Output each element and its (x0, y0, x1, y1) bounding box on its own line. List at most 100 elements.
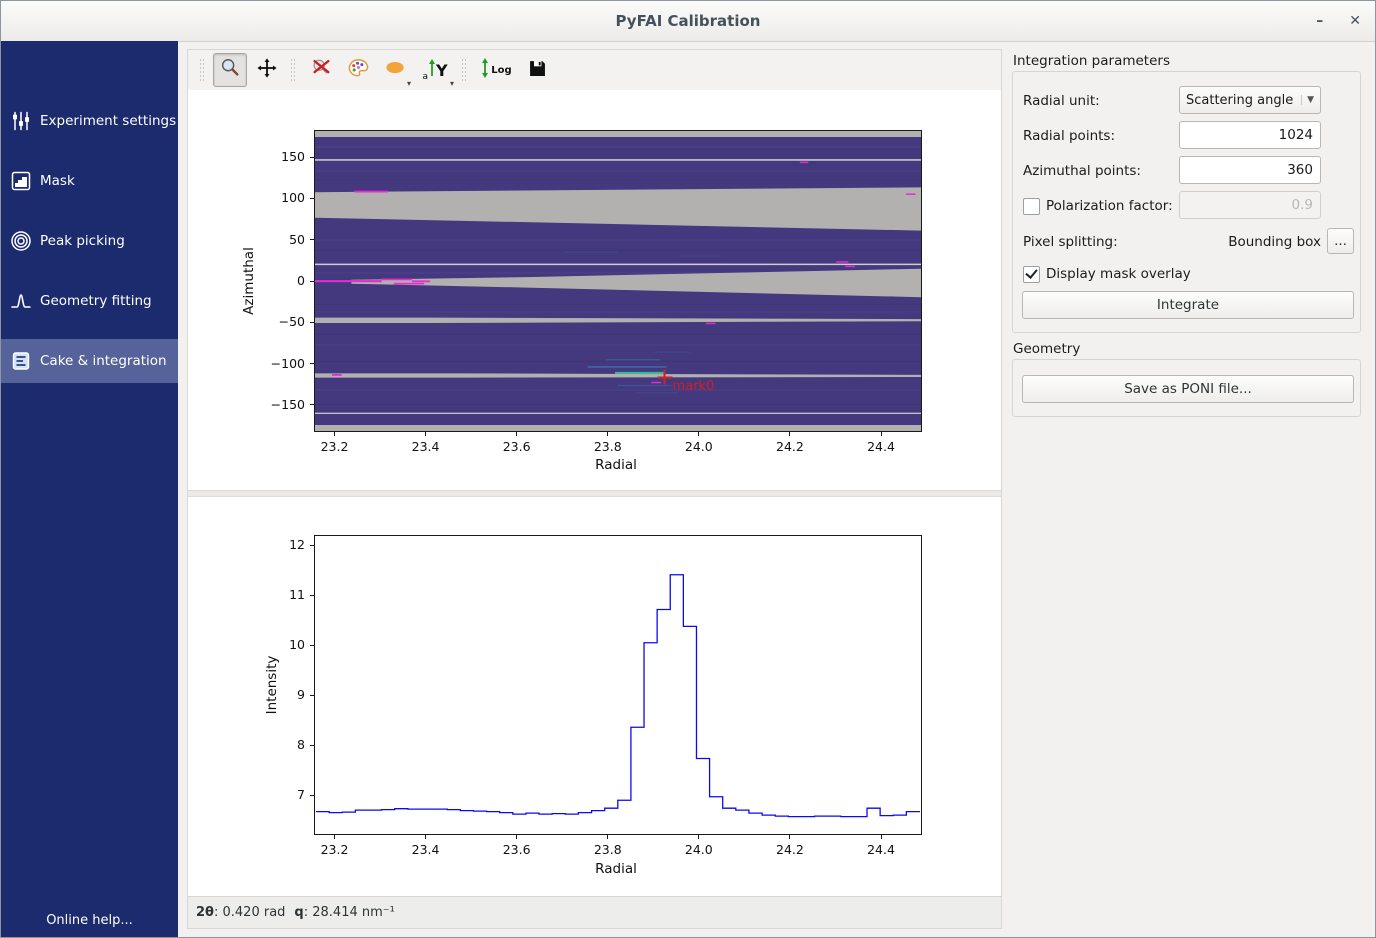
y-tick-label: 100 (261, 190, 305, 205)
integration-parameters-title: Integration parameters (1013, 53, 1170, 69)
radial-axis-label: Radial (586, 457, 646, 473)
x-tick-mark (334, 835, 335, 839)
y-tick-label: 0 (261, 273, 305, 288)
cake-2d-plot-canvas[interactable]: mark0 (314, 130, 922, 432)
radial-axis-label: Radial (586, 861, 646, 877)
x-tick-label: 23.2 (312, 842, 356, 857)
magnifier-icon (219, 57, 241, 83)
coordinates-statusbar: 2θ: 0.420 rad q: 28.414 nm⁻¹ (188, 896, 1001, 928)
mask-icon (10, 170, 32, 192)
geometry-group: Save as PONI file... (1012, 359, 1361, 417)
x-tick-label: 24.0 (677, 439, 721, 454)
x-tick-mark (607, 432, 608, 436)
radial-unit-dropdown[interactable]: Scattering angle 2 ▼ (1179, 86, 1321, 114)
sidebar-item-label: Mask (40, 173, 75, 189)
save-snapshot-button[interactable] (520, 53, 554, 87)
x-tick-label: 24.2 (768, 842, 812, 857)
x-tick-label: 23.6 (495, 842, 539, 857)
sidebar-item-peak-picking[interactable]: Peak picking (1, 219, 178, 263)
geometry-title: Geometry (1013, 341, 1080, 357)
pixel-splitting-label: Pixel splitting: (1023, 234, 1118, 250)
y-tick-label: −150 (261, 397, 305, 412)
mark0-label: mark0 (673, 379, 715, 394)
sidebar-item-mask[interactable]: Mask (1, 159, 178, 203)
x-tick-mark (698, 432, 699, 436)
green-up-arrow-icon (428, 58, 436, 82)
x-tick-label: 23.4 (404, 439, 448, 454)
sidebar-item-label: Peak picking (40, 233, 125, 249)
y-tick-mark (310, 745, 314, 746)
sidebar-item-label: Experiment settings (40, 113, 176, 129)
online-help-link[interactable]: Online help... (1, 913, 178, 928)
minimize-button[interactable]: – (1316, 13, 1323, 29)
zoom-mode-button[interactable] (213, 53, 247, 87)
log-scale-button[interactable]: Log (475, 53, 517, 87)
x-tick-mark (789, 432, 790, 436)
palette-icon (347, 57, 370, 84)
y-tick-mark (310, 695, 314, 696)
y-tick-label: 12 (261, 537, 305, 552)
task-sidebar: Experiment settings Mask Peak picking (1, 41, 178, 937)
sidebar-item-geometry-fitting[interactable]: Geometry fitting (1, 279, 178, 323)
save-icon (527, 58, 548, 83)
integration-parameters-group: Radial unit: Scattering angle 2 ▼ Radial… (1012, 71, 1361, 333)
x-tick-label: 23.2 (312, 439, 356, 454)
x-tick-mark (698, 835, 699, 839)
close-button[interactable]: ✕ (1349, 13, 1361, 29)
y-tick-label: −100 (261, 356, 305, 371)
sidebar-item-label: Cake & integration (40, 353, 167, 369)
x-tick-label: 24.4 (859, 439, 903, 454)
y-tick-label: 11 (261, 587, 305, 602)
y-tick-mark (310, 322, 314, 323)
pixel-splitting-more-button[interactable]: ... (1327, 228, 1354, 254)
plot-splitter-handle[interactable] (188, 490, 1001, 497)
integrate-button[interactable]: Integrate (1022, 291, 1354, 319)
save-poni-button[interactable]: Save as PONI file... (1022, 375, 1354, 403)
zoom-reset-icon (310, 57, 332, 83)
zoom-reset-button[interactable] (304, 53, 338, 87)
sidebar-item-cake-integration[interactable]: Cake & integration (1, 339, 178, 383)
y-tick-label: 10 (261, 637, 305, 652)
colormap-button[interactable] (341, 53, 375, 87)
display-mask-checkbox[interactable] (1023, 266, 1040, 283)
radial-unit-label: Radial unit: (1023, 93, 1100, 109)
radial-points-input[interactable] (1179, 121, 1321, 149)
pixel-splitting-value: Bounding box (1163, 234, 1321, 250)
azimuthal-points-input[interactable] (1179, 156, 1321, 184)
mark0-marker[interactable] (657, 370, 672, 385)
y-tick-mark (310, 281, 314, 282)
x-tick-mark (881, 432, 882, 436)
toolbar-separator (290, 59, 298, 81)
y-tick-mark (310, 404, 314, 405)
pan-icon (256, 57, 278, 83)
peak-rings-icon (10, 230, 32, 252)
sidebar-item-experiment-settings[interactable]: Experiment settings (1, 99, 178, 143)
log-axis-icon (480, 57, 490, 83)
y-tick-mark (310, 363, 314, 364)
x-tick-mark (789, 835, 790, 839)
chevron-down-icon: ▼ (1301, 95, 1314, 105)
pan-mode-button[interactable] (250, 53, 284, 87)
x-tick-label: 24.2 (768, 439, 812, 454)
titlebar: PyFAI Calibration – ✕ (1, 1, 1375, 42)
x-tick-mark (881, 835, 882, 839)
y-tick-label: 8 (261, 737, 305, 752)
x-tick-mark (607, 835, 608, 839)
polarization-input (1179, 191, 1321, 219)
intensity-1d-plot-canvas[interactable] (314, 535, 922, 835)
mask-ellipse-button[interactable]: ▾ (378, 53, 412, 87)
toolbar-separator (461, 59, 469, 81)
x-tick-label: 24.0 (677, 842, 721, 857)
radial-points-label: Radial points: (1023, 128, 1115, 144)
integration-options-panel: Integration parameters Radial unit: Scat… (1010, 41, 1376, 938)
toolbar-handle (199, 59, 207, 81)
y-tick-mark (310, 595, 314, 596)
plot-toolbar: ▾ a Y ▾ (188, 50, 1001, 91)
intensity-1d-figure: Intensity Radial 23.223.423.623.824.024.… (188, 497, 1001, 899)
plot-panel: ▾ a Y ▾ (187, 49, 1002, 929)
y-tick-mark (310, 645, 314, 646)
polarization-checkbox[interactable] (1023, 198, 1040, 215)
y-tick-label: 150 (261, 149, 305, 164)
x-tick-label: 23.8 (586, 439, 630, 454)
autoscale-y-button[interactable]: a Y ▾ (415, 53, 455, 87)
